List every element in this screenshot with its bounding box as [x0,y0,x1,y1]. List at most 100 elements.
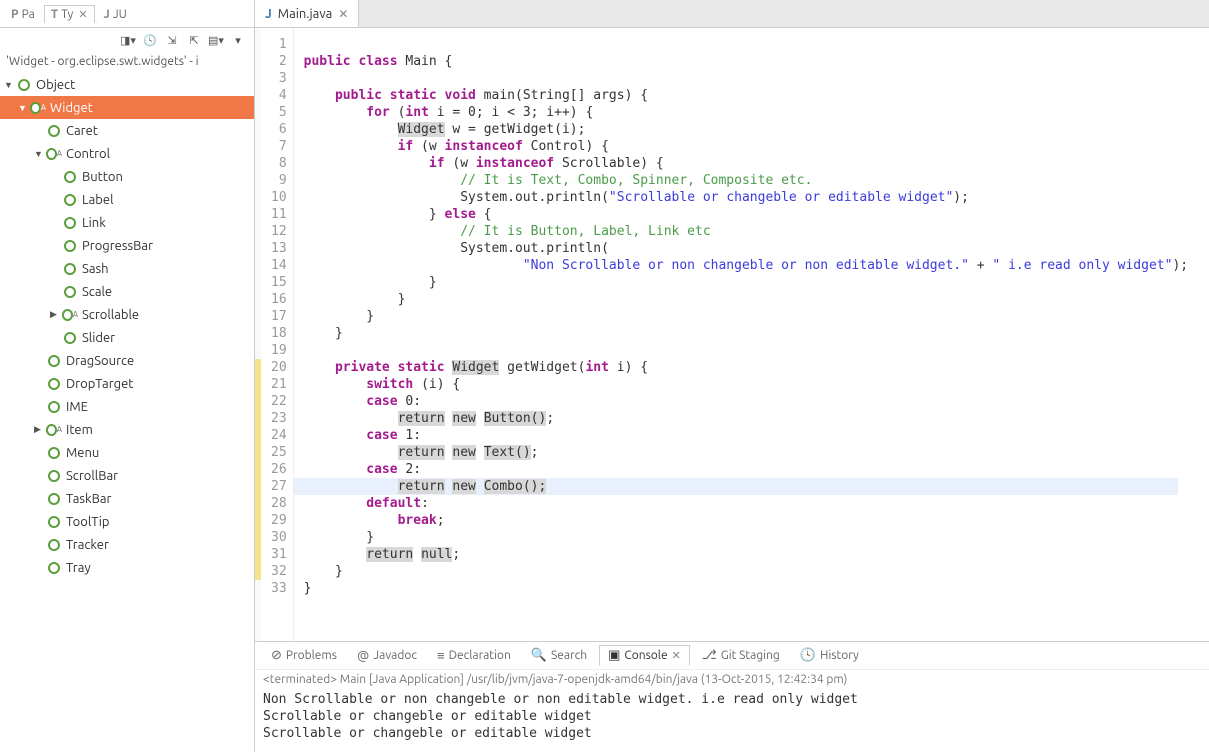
console-line: Non Scrollable or non changeble or non e… [263,691,1201,708]
editor-tabs: J Main.java ✕ [255,0,1209,28]
tree-node-sash[interactable]: Sash [0,257,254,280]
code-line[interactable]: } [304,291,1188,308]
code-line[interactable]: } [304,529,1188,546]
tree-node-link[interactable]: Link [0,211,254,234]
code-line[interactable]: } else { [304,206,1188,223]
tree-node-label: Object [36,78,75,92]
tree-node-ime[interactable]: IME [0,395,254,418]
tree-node-tooltip[interactable]: ToolTip [0,510,254,533]
code-line[interactable]: if (w instanceof Scrollable) { [304,155,1188,172]
expand-arrow-icon[interactable]: ▼ [34,149,46,159]
sidebar-tab-pa[interactable]: PPa [4,5,42,23]
tree-node-slider[interactable]: Slider [0,326,254,349]
tree-node-dragsource[interactable]: DragSource [0,349,254,372]
tree-node-label[interactable]: Label [0,188,254,211]
class-icon [46,537,62,553]
history-icon: 🕓 [800,648,816,663]
sidebar-tab-ty[interactable]: TTy✕ [44,5,95,23]
code-line[interactable]: return null; [304,546,1188,563]
hierarchy-type-icon[interactable]: ◨▾ [120,32,136,48]
tree-expand-icon[interactable]: ⇱ [186,32,202,48]
tab-label: Javadoc [373,649,417,662]
code-line[interactable] [304,70,1188,87]
code-line[interactable]: public static void main(String[] args) { [304,87,1188,104]
editor-tab-main[interactable]: J Main.java ✕ [255,0,359,27]
view-menu-icon[interactable]: ▤▾ [208,32,224,48]
class-icon [46,468,62,484]
code-line[interactable]: // It is Button, Label, Link etc [304,223,1188,240]
tree-node-progressbar[interactable]: ProgressBar [0,234,254,257]
tree-node-scrollable[interactable]: ▶AScrollable [0,303,254,326]
tree-node-control[interactable]: ▼AControl [0,142,254,165]
code-line[interactable]: System.out.println("Scrollable or change… [304,189,1188,206]
code-line[interactable]: private static Widget getWidget(int i) { [304,359,1188,376]
class-icon: A [46,422,62,438]
code-line[interactable]: System.out.println( [304,240,1188,257]
code-line[interactable]: // It is Text, Combo, Spinner, Composite… [304,172,1188,189]
console-icon: ▣ [608,648,620,663]
tree-node-taskbar[interactable]: TaskBar [0,487,254,510]
bottom-tab-declaration[interactable]: ≡Declaration [429,646,519,665]
tree-node-tracker[interactable]: Tracker [0,533,254,556]
close-icon[interactable]: ✕ [78,8,87,21]
code-line[interactable]: if (w instanceof Control) { [304,138,1188,155]
code-line[interactable]: case 0: [304,393,1188,410]
tree-node-button[interactable]: Button [0,165,254,188]
expand-arrow-icon[interactable]: ▼ [18,103,30,113]
code-line[interactable]: public class Main { [304,53,1188,70]
tree-node-scale[interactable]: Scale [0,280,254,303]
code-area[interactable]: public class Main { public static void m… [294,28,1188,641]
code-line[interactable]: Widget w = getWidget(i); [304,121,1188,138]
code-line[interactable]: } [304,308,1188,325]
code-line[interactable] [304,36,1188,53]
tree-node-scrollbar[interactable]: ScrollBar [0,464,254,487]
tree-node-droptarget[interactable]: DropTarget [0,372,254,395]
expand-arrow-icon[interactable]: ▼ [4,80,16,90]
close-icon[interactable]: ✕ [672,649,681,662]
tree-node-tray[interactable]: Tray [0,556,254,579]
code-line[interactable]: switch (i) { [304,376,1188,393]
code-line[interactable]: return new Button(); [304,410,1188,427]
code-line[interactable]: case 2: [304,461,1188,478]
bottom-tab-git-staging[interactable]: ⎇Git Staging [694,646,788,665]
code-line[interactable]: for (int i = 0; i < 3; i++) { [304,104,1188,121]
javadoc-icon: @ [357,649,369,663]
console-line: Scrollable or changeble or editable widg… [263,725,1201,742]
class-icon [62,238,78,254]
code-line[interactable]: } [304,563,1188,580]
tab-label: Console [624,649,667,662]
tree-node-caret[interactable]: Caret [0,119,254,142]
class-icon [46,445,62,461]
tree-node-widget[interactable]: ▼AWidget [0,96,254,119]
tree-node-item[interactable]: ▶AItem [0,418,254,441]
bottom-tab-search[interactable]: 🔍Search [523,646,595,665]
minimize-icon[interactable]: ▾ [230,32,246,48]
console-output[interactable]: Non Scrollable or non changeble or non e… [255,689,1209,752]
code-editor[interactable]: 1234567891011121314151617181920212223242… [255,28,1209,641]
code-line[interactable]: "Non Scrollable or non changeble or non … [304,257,1188,274]
class-icon [46,353,62,369]
tree-node-menu[interactable]: Menu [0,441,254,464]
history-icon[interactable]: 🕓 [142,32,158,48]
code-line[interactable]: } [304,580,1188,597]
sidebar-tab-ju[interactable]: JJU [97,5,134,23]
close-icon[interactable]: ✕ [338,7,348,21]
bottom-tab-javadoc[interactable]: @ Javadoc [349,647,425,665]
code-line[interactable]: case 1: [304,427,1188,444]
bottom-tab-console[interactable]: ▣ Console ✕ [599,645,690,666]
code-line[interactable] [304,342,1188,359]
code-line[interactable]: } [304,325,1188,342]
code-line[interactable]: } [304,274,1188,291]
tree-node-object[interactable]: ▼ Object [0,73,254,96]
code-line[interactable]: return new Combo(); [294,478,1178,495]
code-line[interactable]: return new Text(); [304,444,1188,461]
tree-collapse-icon[interactable]: ⇲ [164,32,180,48]
search-icon: 🔍 [531,648,547,663]
expand-arrow-icon[interactable]: ▶ [34,424,46,435]
code-line[interactable]: break; [304,512,1188,529]
expand-arrow-icon[interactable]: ▶ [50,309,62,320]
code-line[interactable]: default: [304,495,1188,512]
bottom-tab-problems[interactable]: ⊘Problems [263,646,345,665]
bottom-tab-history[interactable]: 🕓History [792,646,867,665]
type-hierarchy-tree[interactable]: ▼ Object ▼AWidgetCaret▼AControlButtonLabel… [0,71,254,752]
